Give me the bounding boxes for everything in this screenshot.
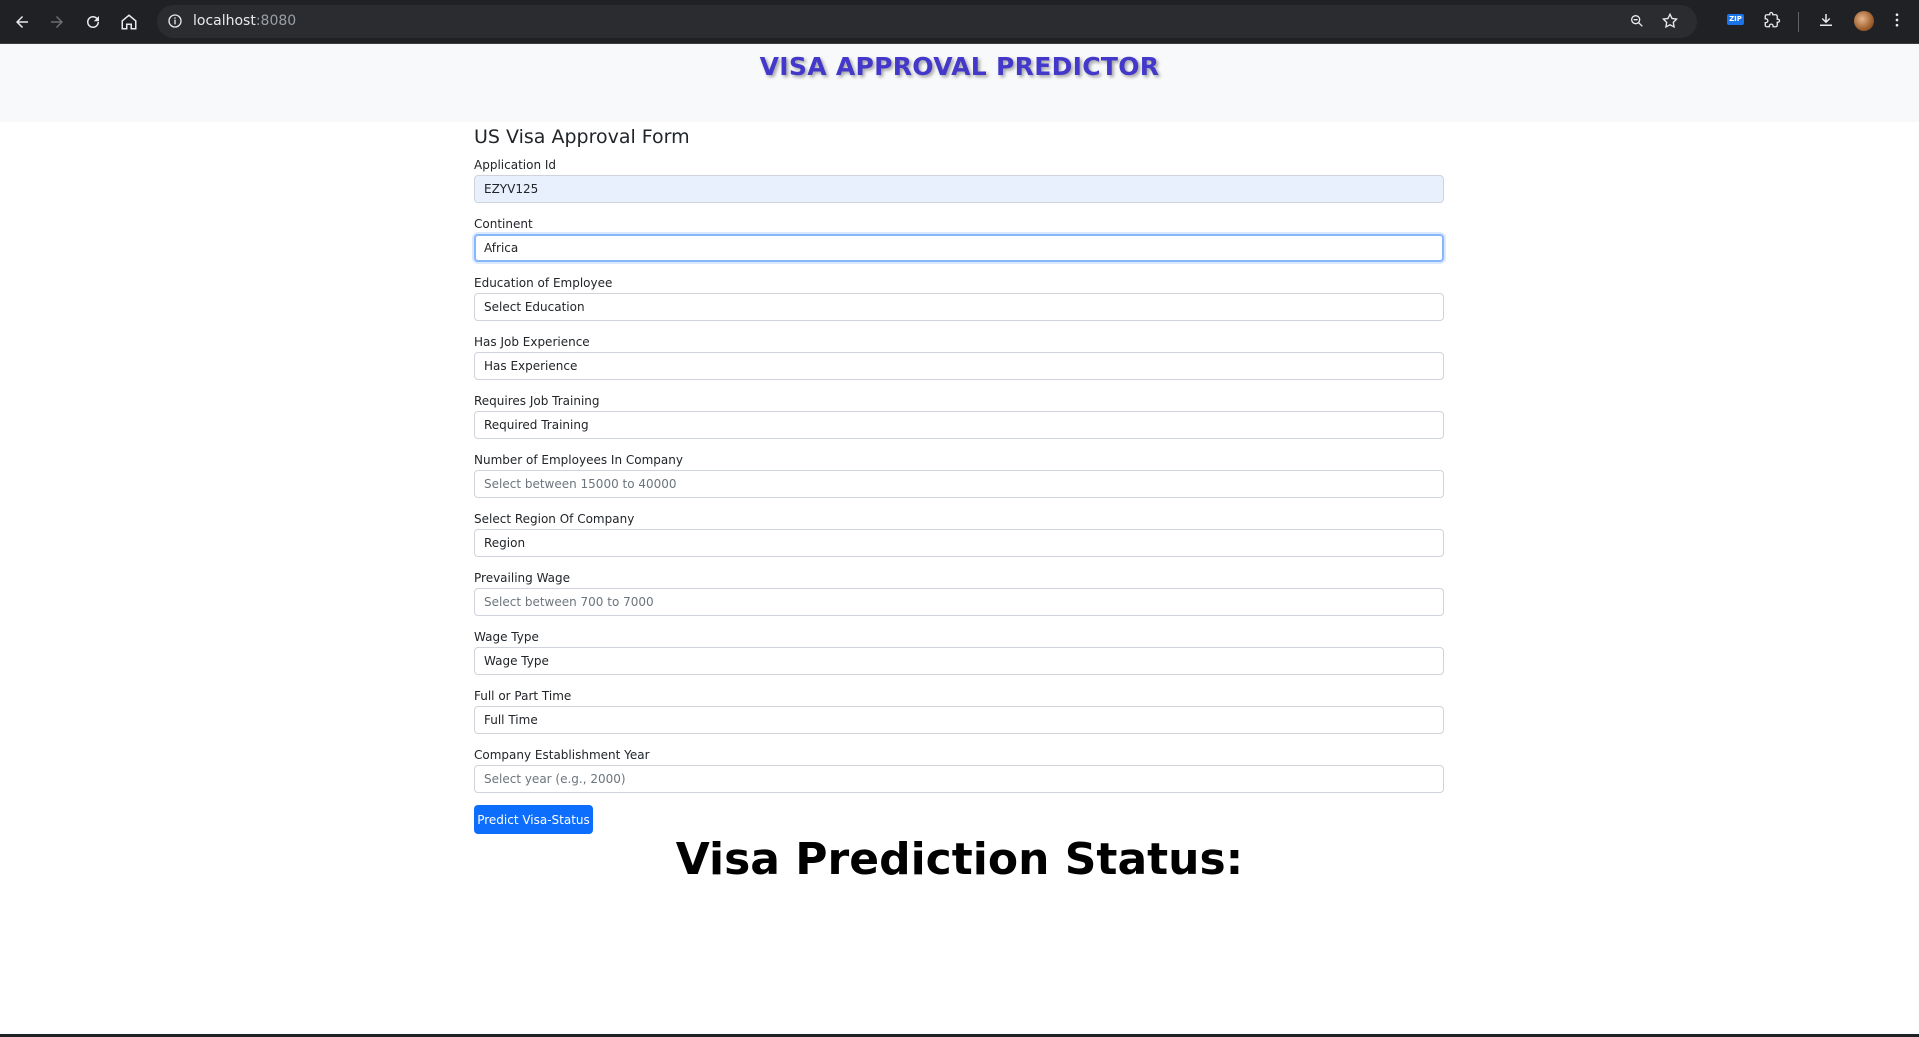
has-job-experience-value: Has Experience — [484, 359, 578, 373]
full-or-part-time-label: Full or Part Time — [474, 689, 572, 703]
bookmark-star-icon[interactable] — [1661, 12, 1679, 30]
continent-input[interactable]: Africa — [474, 234, 1444, 262]
reload-icon — [87, 16, 99, 28]
application-id-input[interactable]: EZYV125 — [474, 175, 1444, 203]
app-title: VISA APPROVAL PREDICTOR — [759, 52, 1160, 81]
url-text[interactable]: localhost:8080 — [193, 13, 296, 29]
wage-type-select[interactable]: Wage Type — [474, 647, 1444, 675]
continent-value: Africa — [484, 241, 519, 255]
toolbar-divider — [1798, 12, 1799, 32]
predict-visa-status-button[interactable]: Predict Visa-Status — [474, 805, 593, 834]
more-menu-icon[interactable] — [1888, 11, 1906, 29]
form-title: US Visa Approval Form — [474, 126, 690, 148]
back-arrow-icon — [16, 16, 28, 28]
visa-prediction-status-heading: Visa Prediction Status: — [675, 834, 1244, 885]
region-of-company-select[interactable]: Region — [474, 529, 1444, 557]
prevailing-wage-input[interactable]: Select between 700 to 7000 — [474, 588, 1444, 616]
url-host: localhost — [193, 13, 256, 29]
address-bar[interactable]: localhost:8080 — [157, 5, 1697, 38]
has-job-experience-label: Has Job Experience — [474, 335, 590, 349]
number-of-employees-label: Number of Employees In Company — [474, 453, 683, 467]
requires-job-training-value: Required Training — [484, 418, 589, 432]
prevailing-wage-label: Prevailing Wage — [474, 571, 571, 585]
number-of-employees-placeholder: Select between 15000 to 40000 — [484, 477, 677, 491]
url-port: :8080 — [255, 13, 297, 29]
application-id-value: EZYV125 — [484, 182, 539, 196]
wage-type-value: Wage Type — [484, 654, 549, 668]
region-of-company-value: Region — [484, 536, 526, 550]
number-of-employees-input[interactable]: Select between 15000 to 40000 — [474, 470, 1444, 498]
reload-button[interactable] — [80, 9, 106, 35]
has-job-experience-select[interactable]: Has Experience — [474, 352, 1444, 380]
site-info-icon[interactable] — [167, 13, 183, 29]
requires-job-training-select[interactable]: Required Training — [474, 411, 1444, 439]
requires-job-training-label: Requires Job Training — [474, 394, 600, 408]
profile-avatar-icon[interactable] — [1854, 11, 1874, 31]
home-icon — [121, 14, 137, 30]
education-of-employee-value: Select Education — [484, 300, 585, 314]
education-of-employee-select[interactable]: Select Education — [474, 293, 1444, 321]
extensions-puzzle-icon[interactable] — [1763, 11, 1781, 29]
download-icon[interactable] — [1817, 11, 1835, 29]
application-id-label: Application Id — [474, 158, 557, 172]
zoom-icon[interactable] — [1629, 13, 1645, 29]
back-button[interactable] — [9, 9, 35, 35]
home-button[interactable] — [116, 9, 142, 35]
company-establishment-year-placeholder: Select year (e.g., 2000) — [484, 772, 626, 786]
prevailing-wage-placeholder: Select between 700 to 7000 — [484, 595, 654, 609]
forward-arrow-icon — [51, 16, 63, 28]
forward-button[interactable] — [44, 9, 70, 35]
wage-type-label: Wage Type — [474, 630, 539, 644]
full-or-part-time-value: Full Time — [484, 713, 538, 727]
education-of-employee-label: Education of Employee — [474, 276, 613, 290]
continent-label: Continent — [474, 217, 533, 231]
region-of-company-label: Select Region Of Company — [474, 512, 635, 526]
browser-toolbar: localhost:8080 ZIP — [0, 0, 1919, 44]
zip-extension-icon[interactable]: ZIP — [1727, 14, 1744, 25]
company-establishment-year-label: Company Establishment Year — [474, 748, 650, 762]
company-establishment-year-input[interactable]: Select year (e.g., 2000) — [474, 765, 1444, 793]
full-or-part-time-select[interactable]: Full Time — [474, 706, 1444, 734]
